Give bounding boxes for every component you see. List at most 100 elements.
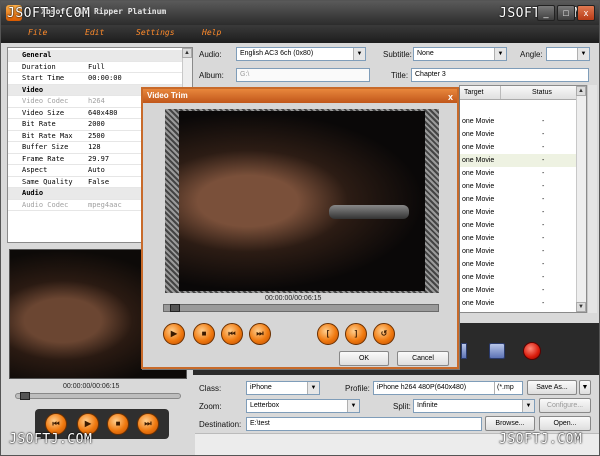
cell-status: -	[542, 261, 545, 268]
property-value: 640x480	[88, 108, 118, 117]
preview-timecode: 00:00:00/00:06:15	[63, 383, 120, 390]
menu-settings[interactable]: Settings	[136, 28, 175, 37]
chevron-down-icon[interactable]: ▼	[353, 48, 365, 60]
trim-seek-bar[interactable]	[163, 304, 439, 312]
table-row[interactable]: one Movie -	[460, 284, 578, 297]
subtitle-select[interactable]: None ▼	[413, 47, 507, 61]
table-row[interactable]: one Movie -	[460, 297, 578, 310]
trim-play-icon[interactable]: ▶	[163, 323, 185, 345]
pause-icon[interactable]	[461, 343, 467, 359]
scroll-down-icon[interactable]: ▼	[576, 302, 586, 312]
trim-prev-frame-icon[interactable]: ⏮	[221, 323, 243, 345]
audio-value: English AC3 6ch (0x80)	[240, 50, 314, 57]
dialog-close-icon[interactable]: x	[448, 90, 453, 104]
property-row[interactable]: Duration Full	[8, 62, 184, 73]
cell-status: -	[542, 196, 545, 203]
chevron-down-icon[interactable]: ▼	[494, 48, 506, 60]
dialog-title: Video Trim	[147, 91, 188, 100]
album-field[interactable]: G:\	[236, 68, 370, 82]
table-row[interactable]: one Movie -	[460, 154, 578, 167]
browse-button[interactable]: Browse...	[485, 416, 535, 431]
property-value: 2500	[88, 131, 105, 140]
title-field[interactable]: Chapter 3	[411, 68, 589, 82]
open-button[interactable]: Open...	[539, 416, 591, 431]
scroll-up-icon[interactable]: ▲	[576, 86, 586, 96]
configure-button[interactable]: Configure...	[539, 398, 591, 413]
video-trim-dialog: Video Trim x 00:00:00/00:06:15 ▶ ■ ⏮ ⏭ […	[141, 87, 459, 369]
table-row[interactable]: one Movie -	[460, 258, 578, 271]
chevron-down-icon[interactable]: ▼	[307, 382, 319, 394]
table-row[interactable]: one Movie -	[460, 167, 578, 180]
cell-status: -	[542, 170, 545, 177]
close-button[interactable]: x	[577, 5, 595, 21]
trim-stop-icon[interactable]: ■	[193, 323, 215, 345]
save-as-dropdown[interactable]: ▼	[579, 380, 591, 395]
trim-reset-icon[interactable]: ↺	[373, 323, 395, 345]
chevron-down-icon[interactable]: ▼	[577, 48, 589, 60]
angle-select[interactable]: ▼	[546, 47, 590, 61]
outer-scrollbar[interactable]	[587, 85, 597, 313]
table-row[interactable]: one Movie -	[460, 141, 578, 154]
column-status[interactable]: Status	[532, 86, 552, 99]
convert-icon[interactable]	[523, 342, 541, 360]
cell-status: -	[542, 118, 545, 125]
subtitle-label: Subtitle:	[383, 50, 412, 59]
profile-select[interactable]: iPhone h264 480P(640x480) (*.mp	[373, 381, 523, 395]
property-row[interactable]: Start Time 00:00:00	[8, 73, 184, 85]
profile-value: iPhone h264 480P(640x480)	[377, 384, 467, 391]
property-key: Duration	[22, 62, 56, 71]
table-row[interactable]: one Movie -	[460, 115, 578, 128]
property-key: General	[22, 51, 52, 59]
trim-next-frame-icon[interactable]: ⏭	[249, 323, 271, 345]
chevron-down-icon[interactable]: ▼	[522, 400, 534, 412]
property-key: Audio	[22, 189, 44, 197]
column-target[interactable]: Target	[464, 86, 483, 99]
menu-help[interactable]: Help	[202, 28, 221, 37]
table-row[interactable]: one Movie -	[460, 128, 578, 141]
cell-target: one Movie	[462, 287, 495, 294]
stop-icon[interactable]: ■	[107, 413, 129, 435]
menu-edit[interactable]: Edit	[85, 28, 104, 37]
table-scrollbar[interactable]: ▲ ▼	[576, 86, 586, 312]
trim-set-start-icon[interactable]: [	[317, 323, 339, 345]
trim-set-end-icon[interactable]: ]	[345, 323, 367, 345]
property-section[interactable]: General	[8, 50, 184, 62]
stop-convert-icon[interactable]	[489, 343, 505, 359]
class-select[interactable]: iPhone ▼	[246, 381, 320, 395]
cell-target: one Movie	[462, 222, 495, 229]
property-key: Video Size	[22, 108, 65, 117]
table-row[interactable]: one Movie -	[460, 232, 578, 245]
scroll-up-icon[interactable]: ▲	[182, 48, 192, 58]
chevron-down-icon[interactable]: ▼	[347, 400, 359, 412]
chapter-table[interactable]: Target Status one Movie - one Movie - one Mo…	[459, 85, 587, 313]
property-value: Full	[88, 62, 105, 71]
profile-label: Profile:	[345, 384, 370, 393]
preview-seek-thumb[interactable]	[20, 392, 30, 400]
table-row[interactable]: one Movie -	[460, 206, 578, 219]
cell-status: -	[542, 131, 545, 138]
table-row[interactable]	[460, 102, 578, 115]
ok-button[interactable]: OK	[339, 351, 389, 366]
save-as-button[interactable]: Save As...	[527, 380, 577, 395]
destination-field[interactable]: E:\test	[246, 417, 482, 431]
maximize-button[interactable]: □	[557, 5, 575, 21]
cell-target: one Movie	[462, 248, 495, 255]
cell-target: one Movie	[462, 196, 495, 203]
table-row[interactable]: one Movie	[460, 310, 578, 312]
next-chapter-icon[interactable]: ⏭	[137, 413, 159, 435]
minimize-button[interactable]: _	[537, 5, 555, 21]
table-row[interactable]: one Movie -	[460, 271, 578, 284]
property-value: 128	[88, 143, 101, 151]
table-row[interactable]: one Movie -	[460, 219, 578, 232]
menu-file[interactable]: File	[28, 28, 47, 37]
cell-status: -	[542, 183, 545, 190]
cancel-button[interactable]: Cancel	[397, 351, 449, 366]
table-row[interactable]: one Movie -	[460, 193, 578, 206]
zoom-select[interactable]: Letterbox ▼	[246, 399, 360, 413]
table-row[interactable]: one Movie -	[460, 245, 578, 258]
split-select[interactable]: Infinite ▼	[413, 399, 535, 413]
preview-seek-bar[interactable]	[15, 392, 181, 400]
trim-seek-thumb[interactable]	[170, 304, 180, 312]
table-row[interactable]: one Movie -	[460, 180, 578, 193]
audio-select[interactable]: English AC3 6ch (0x80) ▼	[236, 47, 366, 61]
